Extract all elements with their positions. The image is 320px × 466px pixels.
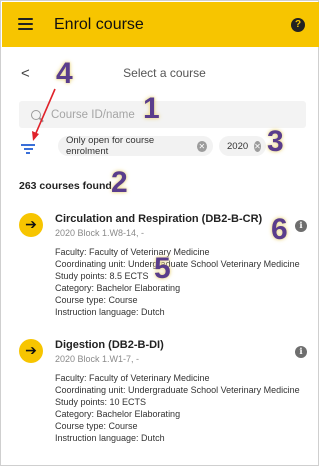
course-faculty: Faculty: Faculty of Veterinary Medicine	[55, 373, 210, 383]
search-input[interactable]	[51, 108, 271, 121]
annotation-number: 5	[154, 252, 171, 285]
close-circle-icon[interactable]: ✕	[254, 140, 261, 152]
app-title: Enrol course	[54, 16, 144, 33]
filter-icon[interactable]	[21, 144, 35, 155]
course-title: Circulation and Respiration (DB2-B-CR)	[55, 213, 263, 225]
search-bar[interactable]	[19, 101, 306, 128]
course-language: Instruction language: Dutch	[55, 433, 165, 443]
course-details: Faculty: Faculty of Veterinary Medicine …	[55, 246, 300, 318]
annotation-number: 6	[271, 213, 288, 246]
course-subtitle: 2020 Block 1.W8-14, -	[55, 228, 145, 238]
course-type: Course type: Course	[55, 421, 138, 431]
filter-chip-label: 2020	[227, 140, 249, 152]
annotation-number: 4	[56, 57, 73, 90]
annotation-number: 1	[143, 92, 160, 125]
arrow-right-icon[interactable]: ➔	[19, 213, 43, 237]
menu-icon[interactable]	[18, 18, 33, 30]
course-subtitle: 2020 Block 1.W1-7, -	[55, 354, 140, 364]
search-icon	[31, 109, 41, 120]
annotation-number: 3	[267, 125, 284, 158]
course-details: Faculty: Faculty of Veterinary Medicine …	[55, 372, 300, 444]
close-circle-icon[interactable]: ✕	[196, 140, 207, 152]
course-study-points: Study points: 10 ECTS	[55, 397, 147, 407]
app-bar: Enrol course ?	[2, 2, 319, 47]
course-category: Category: Bachelor Elaborating	[55, 409, 181, 419]
course-faculty: Faculty: Faculty of Veterinary Medicine	[55, 247, 210, 257]
info-icon[interactable]: i	[295, 220, 307, 232]
course-type: Course type: Course	[55, 295, 138, 305]
course-coordinating-unit: Coordinating unit: Undergraduate School …	[55, 259, 300, 269]
course-study-points: Study points: 8.5 ECTS	[55, 271, 149, 281]
arrow-right-icon[interactable]: ➔	[19, 339, 43, 363]
app-window: Enrol course ? < Select a course Only op…	[0, 0, 319, 466]
course-category: Category: Bachelor Elaborating	[55, 283, 181, 293]
filter-chip-label: Only open for course enrolment	[66, 135, 155, 157]
page-title: Select a course	[123, 66, 206, 80]
course-coordinating-unit: Coordinating unit: Undergraduate School …	[55, 385, 300, 395]
course-title: Digestion (DB2-B-DI)	[55, 339, 164, 351]
filter-chip-open-enrolment[interactable]: Only open for course enrolment ✕	[58, 135, 213, 157]
info-icon[interactable]: i	[295, 346, 307, 358]
results-count: 263 courses found	[19, 180, 112, 192]
filter-chip-year[interactable]: 2020 ✕	[219, 136, 266, 156]
annotation-number: 2	[111, 166, 128, 199]
help-icon[interactable]: ?	[291, 18, 305, 32]
course-language: Instruction language: Dutch	[55, 307, 165, 317]
